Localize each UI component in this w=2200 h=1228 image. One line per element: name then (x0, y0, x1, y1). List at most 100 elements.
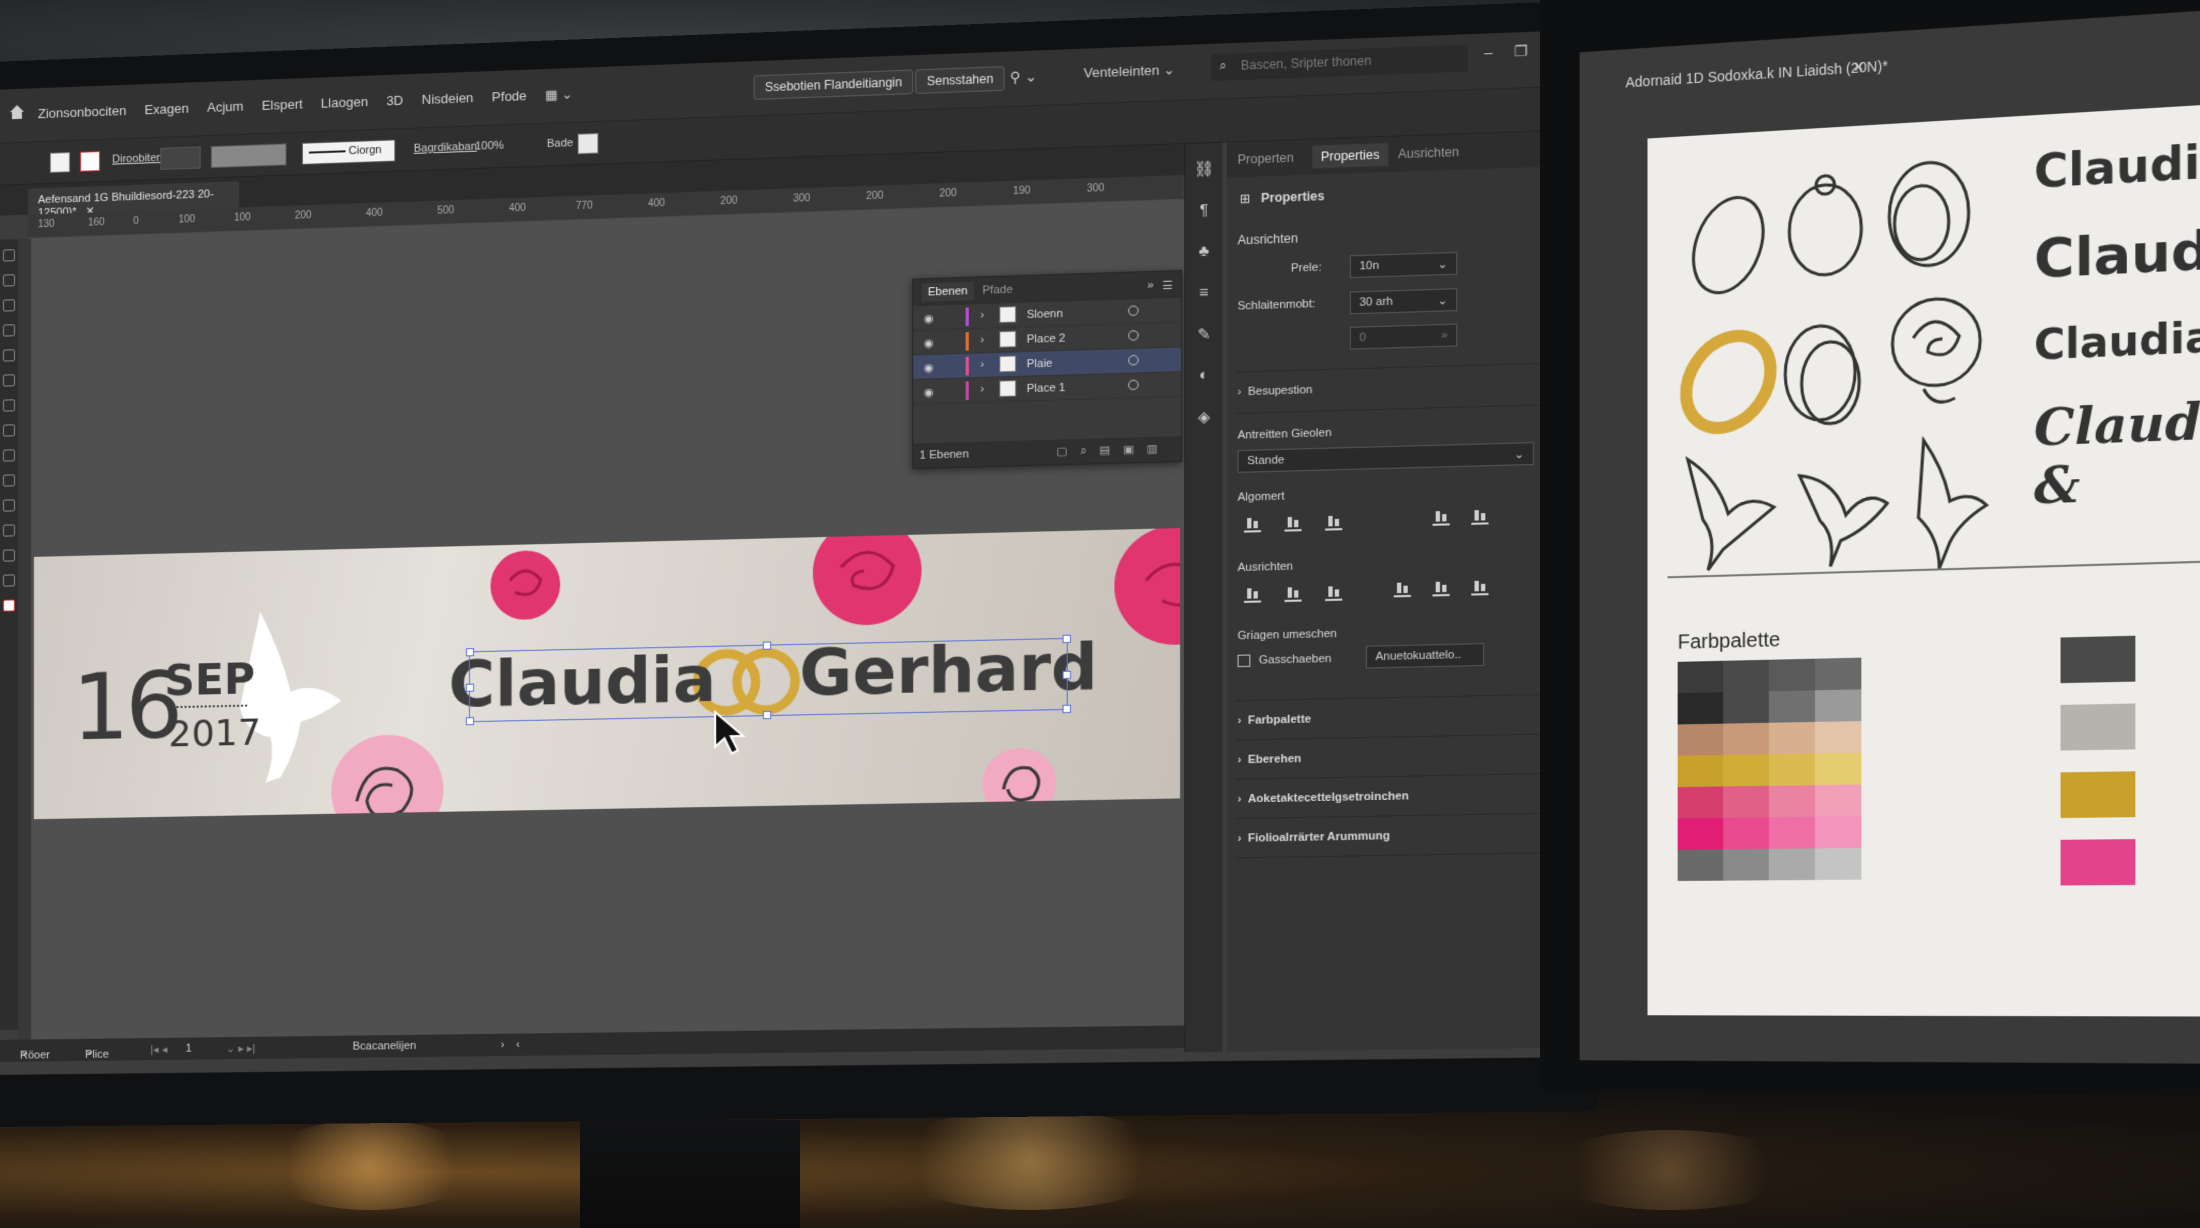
align-center-icon[interactable] (1284, 514, 1302, 532)
resize-handle[interactable] (465, 648, 475, 657)
layer-actions-icons[interactable]: ▢⌕▤▣▥ (1056, 442, 1170, 460)
tab-ausrichten[interactable]: Ausrichten (1398, 145, 1459, 162)
pen-tool-icon[interactable] (2, 299, 15, 312)
resize-handle[interactable] (465, 717, 475, 726)
besup-section[interactable]: › Besupestion (1238, 384, 1313, 399)
scale-tool-icon[interactable] (2, 424, 15, 437)
distribute-middle-icon[interactable] (1432, 579, 1450, 597)
eberehen-section[interactable]: › Eberehen (1238, 753, 1302, 767)
eye-icon[interactable]: ◉ (924, 386, 934, 400)
menu-item[interactable]: Acjum (207, 99, 243, 116)
zoom-dropdown[interactable]: Röoer ⌄ (20, 1045, 50, 1062)
resize-handle[interactable] (762, 710, 772, 720)
resize-handle[interactable] (1062, 670, 1071, 680)
hand-tool-icon[interactable] (2, 574, 15, 587)
menu-item[interactable]: 3D (386, 93, 403, 110)
canvas[interactable]: 16 SEP 2017 Claudia Gerhard Ebenen Pfade… (31, 199, 1185, 1040)
arrange-icon[interactable]: ▦ ⌄ (545, 86, 573, 103)
color-icon[interactable]: ◐ (1193, 366, 1214, 387)
resize-handle[interactable] (1062, 634, 1071, 644)
layers-icon[interactable]: ◈ (1193, 407, 1214, 428)
menu-item[interactable]: Llaogen (321, 94, 368, 112)
tab-properten[interactable]: Properten (1238, 150, 1294, 166)
distribute-bottom-icon[interactable] (1471, 578, 1489, 596)
stroke-weight-field[interactable] (160, 146, 201, 170)
chevron-right-icon[interactable]: › (980, 309, 984, 321)
gradient-tool-icon[interactable] (2, 474, 15, 487)
variable-width-field[interactable] (210, 143, 287, 169)
puppet-icon[interactable]: ⚲ ⌄ (1010, 68, 1037, 86)
schrift-field[interactable]: 30 arh ⌄ (1349, 288, 1458, 315)
flandeitung-button[interactable]: Ssebotien Flandeitiangin (753, 69, 914, 100)
chevron-left-icon[interactable]: ‹ (516, 1039, 520, 1051)
anuetok-dropdown[interactable]: Anuetokuattelo.. (1365, 643, 1485, 669)
collapse-icon[interactable]: » (1147, 279, 1153, 292)
menu-item[interactable]: Nisdeien (422, 90, 474, 108)
zoom-value[interactable]: 100% (475, 140, 504, 153)
menu-item[interactable]: Zionsonbociten (38, 103, 126, 122)
links-icon[interactable]: ⛓ (1193, 159, 1214, 180)
chevron-right-icon[interactable]: › (501, 1039, 505, 1051)
chevron-right-icon[interactable]: › (980, 383, 984, 395)
tab-ebenen[interactable]: Ebenen (921, 281, 974, 302)
stroke-swatch[interactable] (79, 151, 101, 172)
brushes-icon[interactable]: ✎ (1193, 325, 1214, 346)
distribute-left-icon[interactable] (1243, 585, 1262, 603)
maximize-icon[interactable]: ❐ (1514, 42, 1528, 60)
page-number[interactable]: 1 (186, 1043, 192, 1055)
resize-handle[interactable] (1062, 704, 1071, 714)
align-left-icon[interactable] (1243, 515, 1262, 533)
zoom-tool-icon[interactable] (2, 549, 15, 562)
selection-bounding-box[interactable] (465, 634, 1071, 726)
distribute-center-icon[interactable] (1284, 585, 1302, 602)
menu-item[interactable]: Pfode (492, 88, 527, 106)
farbpalette-section[interactable]: › Farbpalette (1238, 713, 1312, 727)
symbols-icon[interactable]: ♣ (1193, 242, 1214, 263)
menu-item[interactable]: Elspert (262, 96, 303, 114)
chevron-right-icon[interactable]: › (980, 358, 984, 370)
target-icon[interactable] (1128, 305, 1139, 317)
target-icon[interactable] (1128, 330, 1139, 341)
prele-field[interactable]: 10n ⌄ (1349, 251, 1458, 279)
style-swatch[interactable] (577, 133, 599, 155)
shape-builder-tool-icon[interactable] (2, 449, 15, 462)
minimize-icon[interactable]: – (1484, 44, 1492, 62)
align-top-icon[interactable] (1432, 508, 1450, 526)
rotate-tool-icon[interactable] (2, 399, 15, 412)
eye-icon[interactable]: ◉ (924, 361, 934, 375)
eyedropper-tool-icon[interactable] (2, 524, 15, 537)
panel-menu-icon[interactable]: ☰ (1162, 279, 1172, 293)
brush-tool-icon[interactable] (2, 349, 15, 362)
eye-icon[interactable]: ◉ (924, 312, 934, 326)
selection-tool-icon[interactable] (2, 249, 15, 262)
direct-selection-tool-icon[interactable] (2, 274, 15, 287)
distribute-top-icon[interactable] (1393, 580, 1411, 598)
target-icon[interactable] (1128, 379, 1139, 391)
menu-item[interactable]: Exagen (144, 101, 188, 119)
target-icon[interactable] (1128, 354, 1139, 366)
tab-pfade[interactable]: Pfade (982, 284, 1012, 297)
stroke-icon[interactable]: ≡ (1193, 283, 1214, 304)
sensstahen-button[interactable]: Sensstahen (915, 66, 1005, 95)
resize-handle[interactable] (465, 683, 475, 692)
eye-icon[interactable]: ◉ (924, 336, 934, 350)
graph-tool-icon[interactable] (2, 499, 15, 512)
type-tool-icon[interactable] (2, 324, 15, 337)
page-dropdown[interactable]: Plice ⌄ (85, 1044, 109, 1061)
stroke-profile-dropdown[interactable]: Ciorgn (301, 139, 396, 165)
resize-handle[interactable] (762, 641, 772, 650)
chevron-right-icon[interactable]: › (980, 334, 984, 346)
page-nav-icons[interactable]: ⌄ ▸ ▸| (226, 1042, 256, 1055)
distribute-right-icon[interactable] (1325, 584, 1343, 602)
eraser-tool-icon[interactable] (2, 374, 15, 387)
artboard-banner[interactable]: 16 SEP 2017 Claudia Gerhard (33, 528, 1181, 820)
page-nav-icons[interactable]: |◂ ◂ (150, 1043, 167, 1056)
align-right-icon[interactable] (1325, 513, 1343, 531)
search-input[interactable]: ⌕ Bascen, Sripter thonen (1210, 44, 1469, 82)
paragraph-icon[interactable]: ¶ (1193, 201, 1214, 222)
fill-stroke-icon[interactable] (2, 599, 15, 612)
fill-swatch[interactable] (49, 152, 70, 173)
home-icon[interactable] (8, 103, 26, 122)
stande-dropdown[interactable]: Stande ⌄ (1237, 442, 1534, 473)
workspace-switcher[interactable]: Venteleinten ⌄ (1084, 62, 1175, 82)
